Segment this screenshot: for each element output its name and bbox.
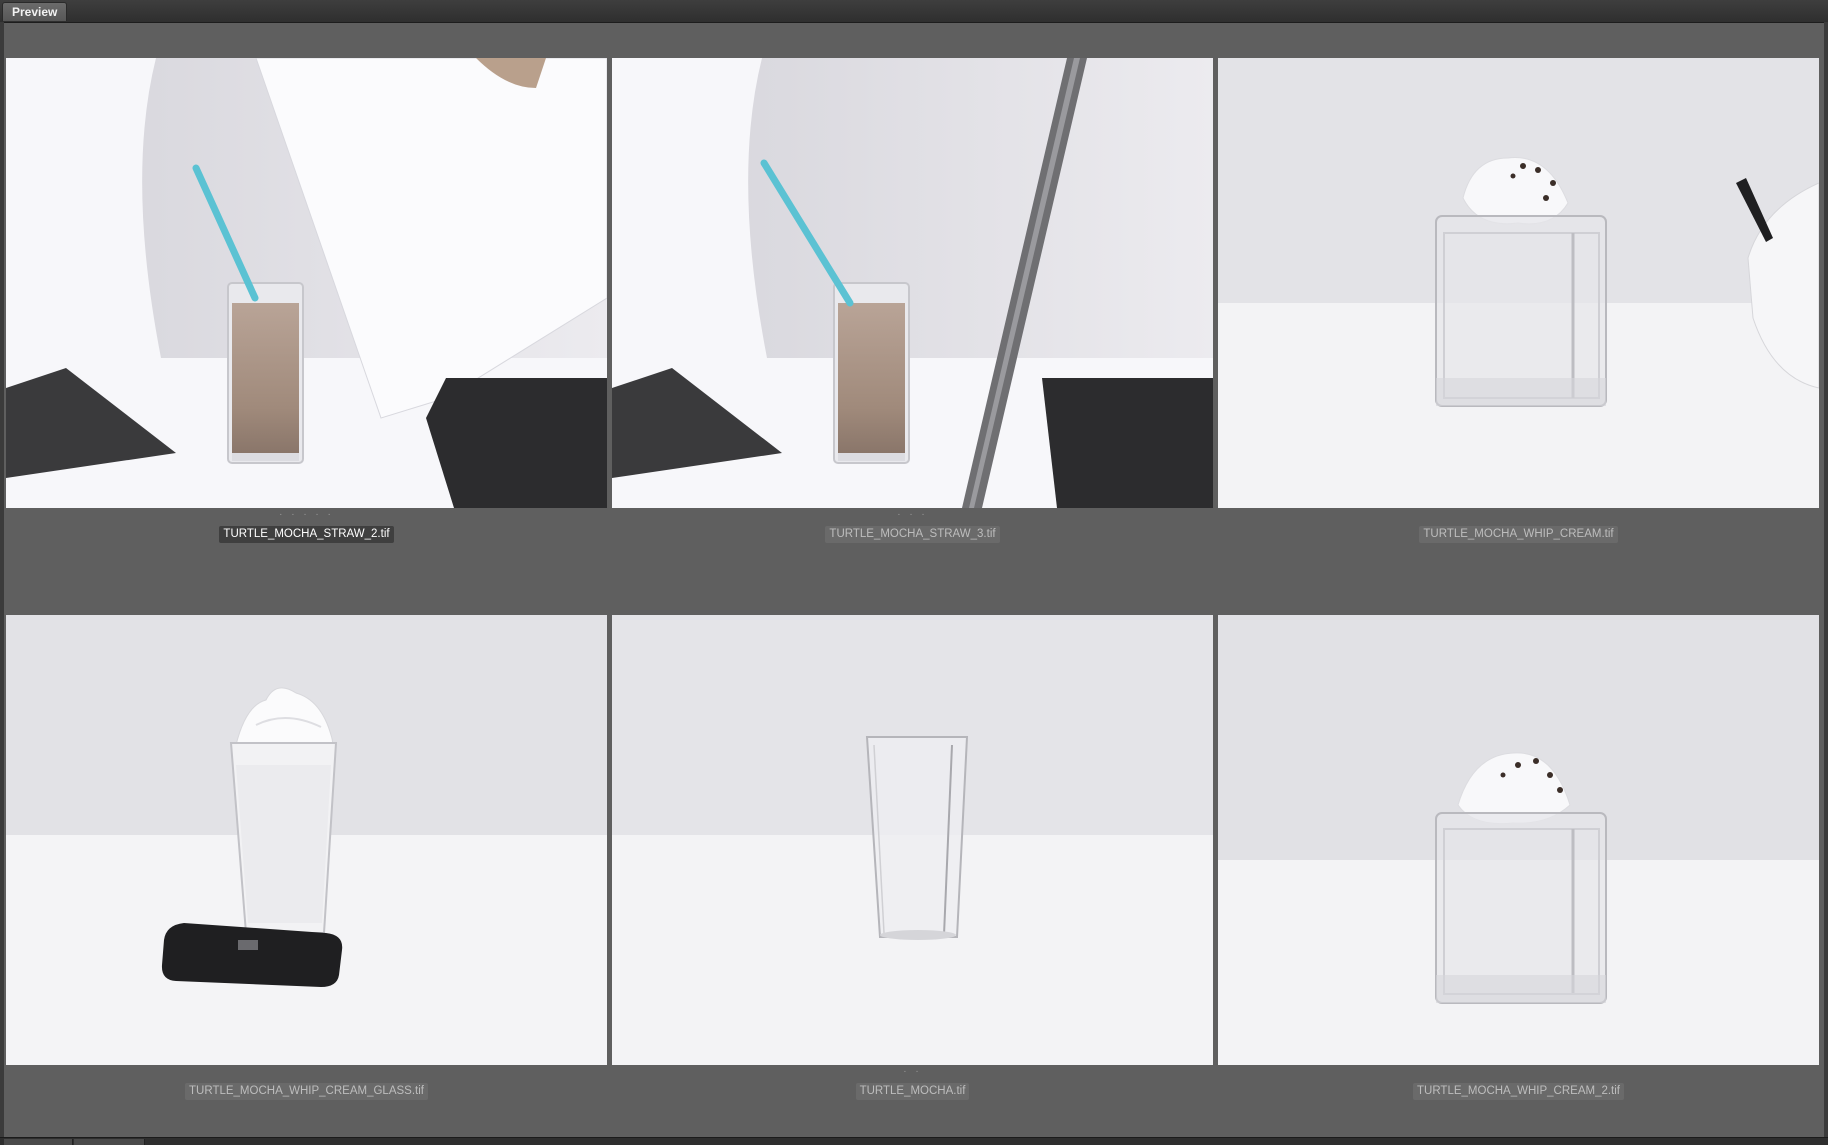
frame-right xyxy=(1824,22,1828,1137)
thumbnail-image-turtle-mocha-whip-cream-2[interactable] xyxy=(1218,615,1819,1065)
photo-glass-whipped-cream xyxy=(6,615,607,1065)
thumbnail-cell[interactable]: · · · · · TURTLE_MOCHA_STRAW_2.tif xyxy=(4,22,607,579)
thumbnail-image-turtle-mocha[interactable] xyxy=(612,615,1213,1065)
thumbnail-cell[interactable]: TURTLE_MOCHA_WHIP_CREAM_GLASS.tif xyxy=(4,579,607,1136)
thumbnail-cell[interactable]: TURTLE_MOCHA_WHIP_CREAM_2.tif xyxy=(1216,579,1819,1136)
thumbnail-cell[interactable]: · · · TURTLE_MOCHA_STRAW_3.tif xyxy=(610,22,1213,579)
rating-dots xyxy=(4,1068,609,1076)
preview-window: Preview · · · · · TURTLE_MOCHA_STRAW_2.t… xyxy=(0,0,1828,1145)
photo-empty-glass xyxy=(612,615,1213,1065)
tab-preview[interactable]: Preview xyxy=(2,2,68,21)
thumbnail-filename[interactable]: TURTLE_MOCHA.tif xyxy=(855,1083,970,1100)
rating-dots: · · · · · xyxy=(279,511,334,519)
thumbnail-filename[interactable]: TURTLE_MOCHA_STRAW_2.tif xyxy=(219,526,394,543)
bottom-tab[interactable] xyxy=(74,1139,145,1145)
rating-dots: · · xyxy=(903,1068,922,1076)
thumbnail-cell[interactable]: TURTLE_MOCHA_WHIP_CREAM.tif xyxy=(1216,22,1819,579)
title-bar: Preview xyxy=(0,0,1828,23)
photo-milkshake-straw xyxy=(612,58,1213,508)
thumbnail-image-turtle-mocha-straw-3[interactable] xyxy=(612,58,1213,508)
thumbnail-image-turtle-mocha-whip-cream[interactable] xyxy=(1218,58,1819,508)
thumbnail-filename[interactable]: TURTLE_MOCHA_STRAW_3.tif xyxy=(825,526,1000,543)
photo-cube-whipped-cream xyxy=(1218,615,1819,1065)
thumbnail-image-turtle-mocha-straw-2[interactable] xyxy=(6,58,607,508)
rating-dots: · · · xyxy=(897,511,928,519)
thumbnail-grid: · · · · · TURTLE_MOCHA_STRAW_2.tif · · ·… xyxy=(4,22,1824,1137)
photo-milkshake-straw xyxy=(6,58,607,508)
bottom-tab-bar xyxy=(0,1137,1828,1145)
thumbnail-image-turtle-mocha-whip-cream-glass[interactable] xyxy=(6,615,607,1065)
thumbnail-filename[interactable]: TURTLE_MOCHA_WHIP_CREAM_GLASS.tif xyxy=(185,1083,428,1100)
thumbnail-filename[interactable]: TURTLE_MOCHA_WHIP_CREAM.tif xyxy=(1419,526,1618,543)
thumbnail-filename[interactable]: TURTLE_MOCHA_WHIP_CREAM_2.tif xyxy=(1413,1083,1624,1100)
rating-dots xyxy=(1216,1068,1821,1076)
thumbnail-cell[interactable]: · · TURTLE_MOCHA.tif xyxy=(610,579,1213,1136)
rating-dots xyxy=(1216,511,1821,519)
photo-cube-whipped-cream xyxy=(1218,58,1819,508)
bottom-tab[interactable] xyxy=(4,1139,73,1145)
